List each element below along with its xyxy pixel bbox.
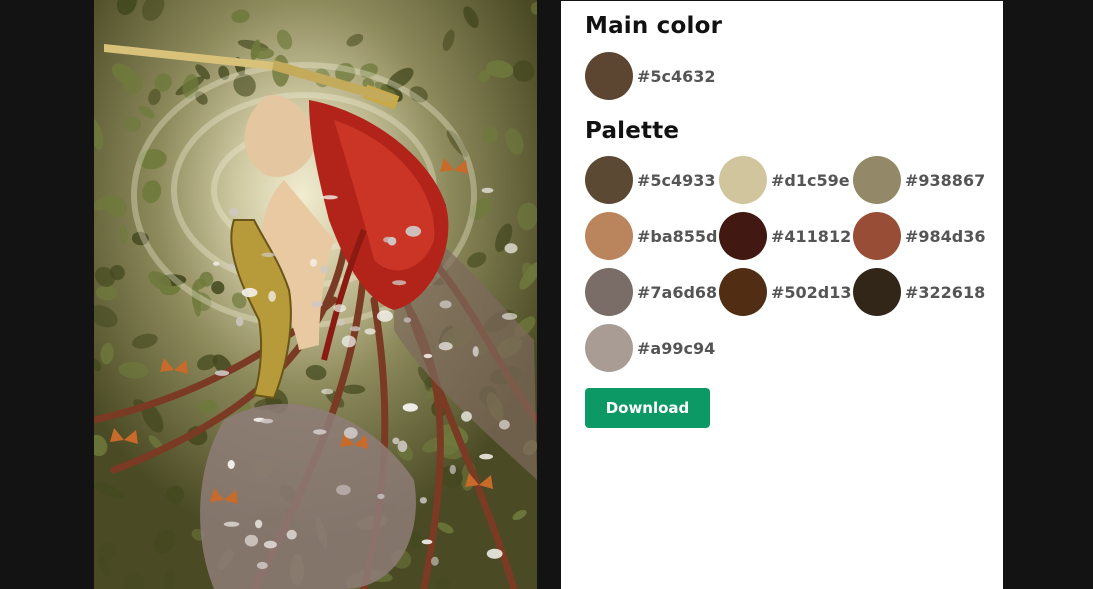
palette-swatch-hex: #5c4933 — [637, 170, 716, 190]
palette-swatch[interactable] — [719, 156, 767, 204]
white-petal — [337, 318, 345, 326]
white-petal — [261, 252, 276, 257]
main-color-hex: #5c4632 — [637, 66, 716, 86]
palette-swatch-hex: #411812 — [771, 226, 852, 246]
white-petal — [439, 300, 452, 309]
white-petal — [268, 290, 276, 302]
white-petal — [214, 370, 230, 376]
white-petal — [397, 440, 408, 453]
palette-swatch-item[interactable]: #322618 — [853, 268, 985, 316]
download-button[interactable]: Download — [585, 388, 710, 428]
white-petal — [502, 312, 518, 320]
white-petal — [499, 419, 510, 430]
white-petal — [438, 342, 453, 351]
white-petal — [341, 335, 356, 348]
white-petal — [343, 427, 358, 439]
white-petal — [227, 263, 235, 269]
white-petal — [419, 497, 427, 504]
palette-swatch[interactable] — [585, 268, 633, 316]
main-color-title: Main color — [585, 13, 723, 39]
palette-swatch-item[interactable]: #984d36 — [853, 212, 986, 260]
white-petal — [321, 195, 338, 200]
color-info-panel: Main color #5c4632 Palette #5c4933 #d1c59… — [561, 1, 1003, 589]
palette-swatch-item[interactable]: #5c4933 — [585, 156, 716, 204]
white-petal — [350, 326, 361, 332]
white-petal — [313, 429, 327, 435]
white-petal — [227, 460, 235, 469]
palette-swatch-item[interactable]: #ba855d — [585, 212, 718, 260]
white-petal — [402, 403, 418, 412]
white-petal — [486, 548, 503, 559]
white-petal — [333, 304, 347, 313]
white-petal — [263, 540, 277, 549]
white-petal — [472, 346, 479, 357]
palette-swatch[interactable] — [585, 324, 633, 372]
white-petal — [461, 411, 472, 422]
white-petal — [311, 301, 323, 308]
white-petal — [449, 464, 456, 475]
white-petal — [260, 418, 274, 424]
palette-swatch[interactable] — [719, 212, 767, 260]
source-artwork-image — [94, 0, 537, 589]
panel-gap — [537, 0, 561, 589]
palette-swatch[interactable] — [719, 268, 767, 316]
white-petal — [235, 316, 244, 327]
white-petal — [481, 187, 494, 193]
palette-swatch-hex: #ba855d — [637, 226, 718, 246]
white-petal — [392, 280, 407, 286]
white-petal — [377, 493, 385, 500]
white-petal — [244, 534, 258, 547]
palette-swatch[interactable] — [585, 156, 633, 204]
palette-swatch-hex: #322618 — [905, 282, 986, 302]
white-petal — [421, 539, 433, 545]
leaf — [342, 384, 366, 394]
white-petal — [405, 225, 422, 237]
white-petal — [504, 243, 518, 254]
white-petal — [321, 388, 334, 395]
white-petal — [479, 453, 493, 460]
palette-swatch[interactable] — [853, 212, 901, 260]
white-petal — [309, 258, 318, 267]
palette-swatch-item[interactable]: #411812 — [719, 212, 851, 260]
palette-swatch[interactable] — [853, 156, 901, 204]
white-petal — [336, 484, 351, 496]
palette-swatch-hex: #a99c94 — [637, 338, 716, 358]
white-petal — [376, 310, 393, 322]
white-petal — [319, 265, 329, 274]
palette-swatch-hex: #7a6d68 — [637, 282, 718, 302]
white-petal — [213, 261, 220, 266]
artwork-illustration — [94, 0, 537, 589]
main-color-swatch-row[interactable]: #5c4632 — [585, 52, 716, 100]
white-petal — [223, 521, 240, 527]
palette-swatch-item[interactable]: #7a6d68 — [585, 268, 717, 316]
white-petal — [241, 287, 258, 298]
palette-swatch-hex: #502d13 — [771, 282, 852, 302]
white-petal — [431, 556, 439, 566]
white-petal — [423, 353, 433, 359]
white-petal — [403, 317, 412, 323]
palette-swatch[interactable] — [853, 268, 901, 316]
palette-swatch-item[interactable]: #d1c59e — [719, 156, 850, 204]
main-color-swatch[interactable] — [585, 52, 633, 100]
palette-swatch[interactable] — [585, 212, 633, 260]
white-petal — [364, 328, 376, 335]
palette-swatch-item[interactable]: #a99c94 — [585, 324, 715, 372]
palette-swatch-hex: #938867 — [905, 170, 986, 190]
white-petal — [256, 561, 268, 570]
white-petal — [228, 208, 239, 217]
palette-title: Palette — [585, 118, 680, 144]
white-petal — [286, 529, 297, 540]
white-petal — [255, 519, 263, 529]
page-frame: Main color #5c4632 Palette #5c4933 #d1c59… — [0, 0, 1093, 589]
palette-swatch-hex: #984d36 — [905, 226, 986, 246]
palette-swatch-item[interactable]: #938867 — [853, 156, 985, 204]
white-petal — [383, 236, 393, 243]
palette-swatch-hex: #d1c59e — [771, 170, 850, 190]
right-margin — [1003, 0, 1093, 589]
palette-swatch-item[interactable]: #502d13 — [719, 268, 852, 316]
